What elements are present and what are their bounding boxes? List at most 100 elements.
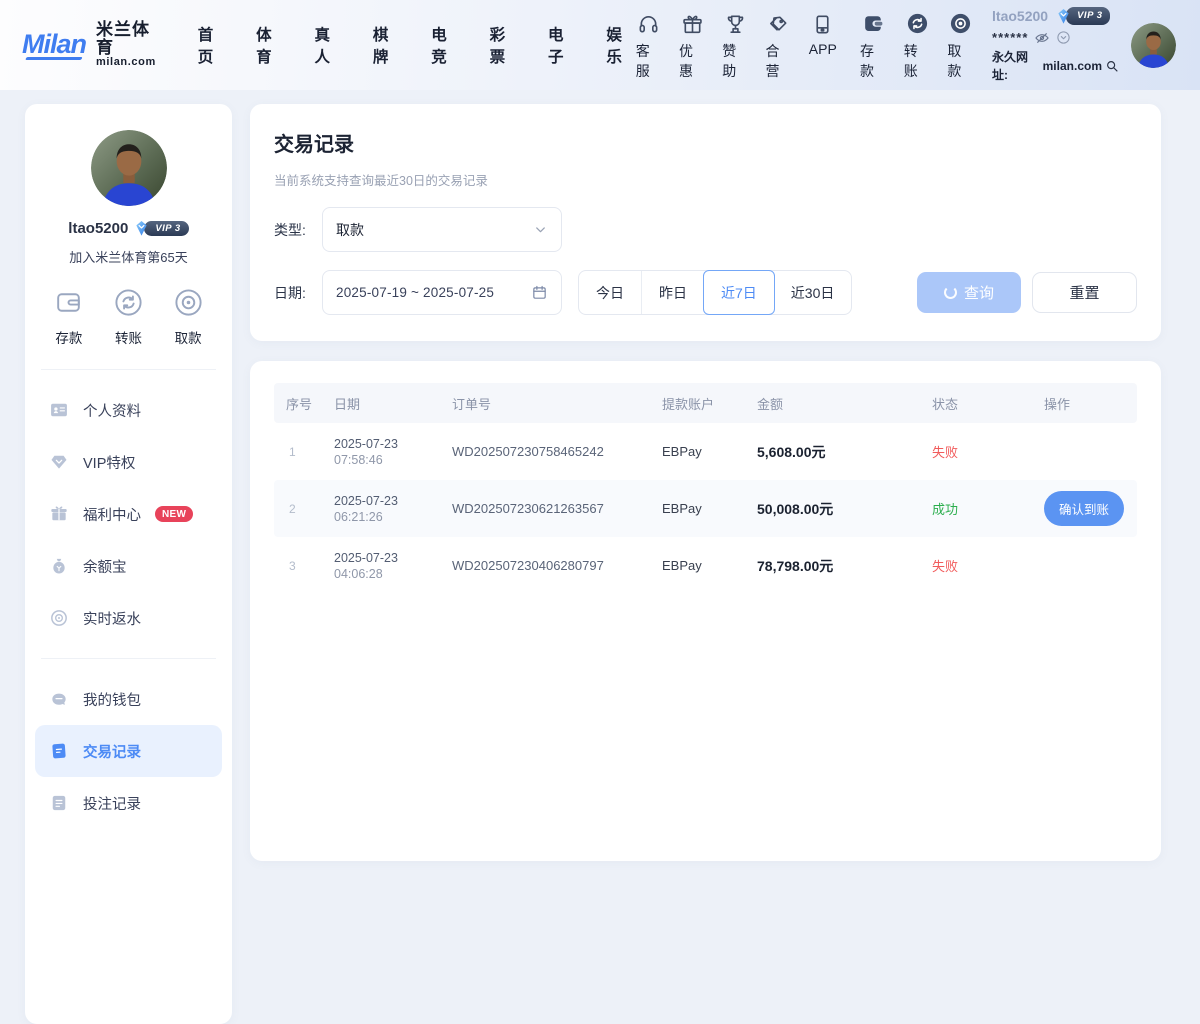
joined-days-text: 加入米兰体育第65天: [25, 247, 232, 266]
chevron-circle-icon[interactable]: [1056, 30, 1071, 45]
eye-off-icon[interactable]: [1034, 30, 1050, 46]
sidebar-item-label: 投注记录: [83, 793, 141, 814]
withdraw-label: 取款: [947, 41, 974, 81]
sidebar-item-profile[interactable]: 个人资料: [35, 384, 222, 436]
wallet-outline-icon: [52, 286, 85, 319]
promo-button[interactable]: 优惠: [679, 10, 705, 81]
sidebar-item-label: 交易记录: [83, 741, 141, 762]
transfer-button[interactable]: 转账: [904, 10, 931, 81]
sidebar-item-label: 实时返水: [83, 608, 141, 629]
topbar: Milan 米兰体育 milan.com 首页 体育 真人 棋牌 电竞 彩票 电…: [0, 0, 1200, 90]
calendar-icon: [531, 284, 548, 301]
reset-button[interactable]: 重置: [1032, 272, 1137, 313]
sponsor-button[interactable]: 赞助: [722, 10, 748, 81]
row-date: 2025-07-23 04:06:28: [334, 551, 452, 581]
vip-diamond-icon: [1054, 7, 1073, 26]
nav-item-chess[interactable]: 棋牌: [373, 23, 402, 67]
sidebar-item-bets[interactable]: 投注记录: [35, 777, 222, 829]
gift-filled-icon: [49, 504, 69, 524]
col-header-order: 订单号: [452, 394, 662, 413]
nav-item-home[interactable]: 首页: [198, 23, 227, 67]
row-account: EBPay: [662, 558, 757, 573]
table-row: 2 2025-07-23 06:21:26 WD2025072306212635…: [274, 480, 1137, 537]
tags-icon: [767, 10, 790, 36]
sidebar-item-transactions[interactable]: 交易记录: [35, 725, 222, 777]
nav-item-entertainment[interactable]: 娱乐: [606, 23, 635, 67]
withdraw-button[interactable]: 取款: [947, 10, 974, 81]
sidebar-item-yuebao[interactable]: 余额宝: [35, 540, 222, 592]
brand-name-cn: 米兰体育: [96, 21, 164, 57]
new-badge: NEW: [155, 506, 193, 522]
date-range-presets: 今日 昨日 近7日 近30日: [578, 270, 852, 315]
sidebar-item-rebate[interactable]: 实时返水: [35, 592, 222, 644]
vip-badge[interactable]: VIP 3: [1054, 7, 1110, 26]
profile-vip-badge[interactable]: VIP 3: [132, 219, 188, 238]
col-header-status: 状态: [932, 394, 1044, 413]
site-url[interactable]: milan.com: [1043, 57, 1102, 75]
magnifier-icon[interactable]: [1105, 59, 1119, 73]
row-index: 2: [286, 502, 334, 516]
row-date-time: 07:58:46: [334, 453, 452, 467]
row-index: 1: [286, 445, 334, 459]
sidebar-transfer-button[interactable]: 转账: [112, 286, 145, 347]
row-date-time: 06:21:26: [334, 510, 452, 524]
site-url-label: 永久网址:: [992, 48, 1040, 84]
row-order-number: WD202507230758465242: [452, 444, 662, 459]
app-button[interactable]: APP: [809, 10, 837, 81]
row-amount: 5,608.00元: [757, 442, 932, 462]
sidebar-item-vip[interactable]: VIP特权: [35, 436, 222, 488]
range-yesterday-button[interactable]: 昨日: [641, 271, 704, 314]
row-date-day: 2025-07-23: [334, 494, 452, 508]
nav-item-lottery[interactable]: 彩票: [490, 23, 519, 67]
row-account: EBPay: [662, 444, 757, 459]
range-30days-button[interactable]: 近30日: [774, 271, 852, 314]
transfer-icon: [905, 10, 930, 36]
row-date: 2025-07-23 06:21:26: [334, 494, 452, 524]
chevron-down-icon: [533, 222, 548, 237]
deposit-button[interactable]: 存款: [860, 10, 887, 81]
row-date-day: 2025-07-23: [334, 437, 452, 451]
confirm-receipt-button[interactable]: 确认到账: [1044, 491, 1124, 526]
loading-spinner-icon: [944, 286, 957, 299]
divider: [41, 369, 216, 370]
row-date-time: 04:06:28: [334, 567, 452, 581]
table-header-row: 序号 日期 订单号 提款账户 金额 状态 操作: [274, 383, 1137, 423]
col-header-date: 日期: [334, 394, 452, 413]
col-header-account: 提款账户: [662, 394, 757, 413]
user-avatar[interactable]: [1131, 23, 1176, 68]
trophy-icon: [724, 10, 747, 36]
filter-card: 交易记录 当前系统支持查询最近30日的交易记录 类型: 取款 日期: 2025-…: [250, 104, 1161, 341]
row-amount: 78,798.00元: [757, 556, 932, 576]
sidebar-item-label: 个人资料: [83, 400, 141, 421]
sidebar-withdraw-label: 取款: [175, 327, 202, 347]
promo-label: 优惠: [679, 41, 705, 81]
deposit-label: 存款: [860, 41, 887, 81]
range-today-button[interactable]: 今日: [579, 271, 641, 314]
type-select[interactable]: 取款: [322, 207, 562, 252]
nav-item-esports[interactable]: 电竞: [431, 23, 460, 67]
date-range-input[interactable]: 2025-07-19 ~ 2025-07-25: [322, 270, 562, 315]
sidebar-item-wallet[interactable]: 我的钱包: [35, 673, 222, 725]
row-account: EBPay: [662, 501, 757, 516]
sidebar-deposit-button[interactable]: 存款: [52, 286, 85, 347]
sidebar-withdraw-button[interactable]: 取款: [172, 286, 205, 347]
search-button[interactable]: 查询: [917, 272, 1021, 313]
username: ltao5200: [992, 6, 1048, 27]
range-7days-button[interactable]: 近7日: [703, 270, 775, 315]
brand-logo[interactable]: Milan 米兰体育 milan.com: [22, 21, 164, 68]
nav-item-live[interactable]: 真人: [315, 23, 344, 67]
rebate-ring-icon: [49, 608, 69, 628]
row-action: 确认到账: [1044, 491, 1125, 526]
sidebar-item-rewards[interactable]: 福利中心 NEW: [35, 488, 222, 540]
header-quick-actions: 客服 优惠: [636, 10, 837, 81]
row-index: 3: [286, 559, 334, 573]
sponsor-label: 赞助: [722, 41, 748, 81]
nav-item-sports[interactable]: 体育: [256, 23, 285, 67]
withdraw-icon: [948, 10, 973, 36]
profile-avatar[interactable]: [91, 130, 167, 206]
row-status: 失败: [932, 556, 1044, 575]
partner-button[interactable]: 合营: [766, 10, 792, 81]
nav-item-slots[interactable]: 电子: [548, 23, 577, 67]
service-button[interactable]: 客服: [636, 10, 662, 81]
gem-icon: [49, 452, 69, 472]
